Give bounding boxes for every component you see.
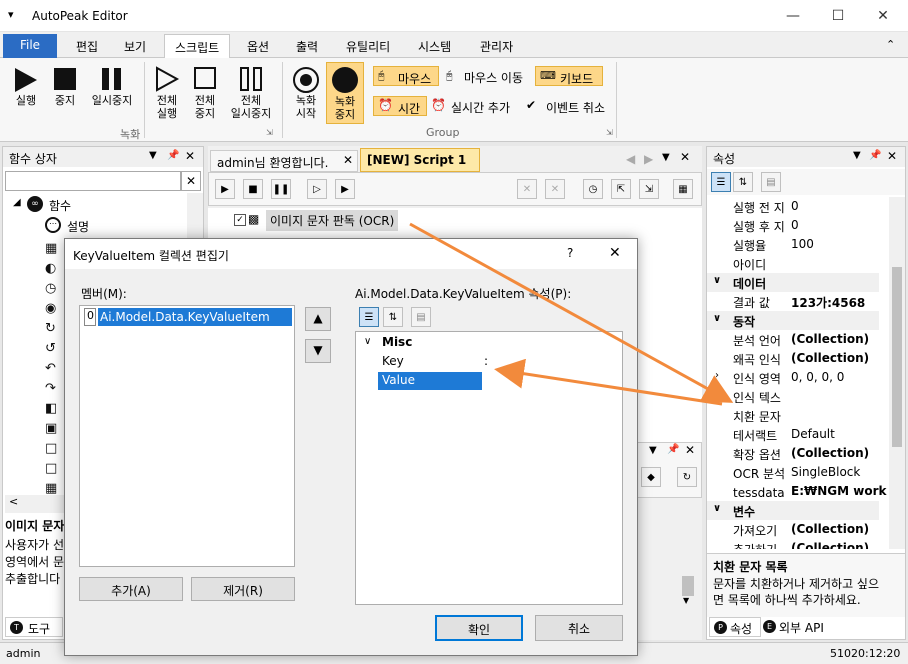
arrow-step-to-property [409,222,734,403]
annotation-arrows [409,222,734,406]
arrow-property-to-value [494,358,723,406]
